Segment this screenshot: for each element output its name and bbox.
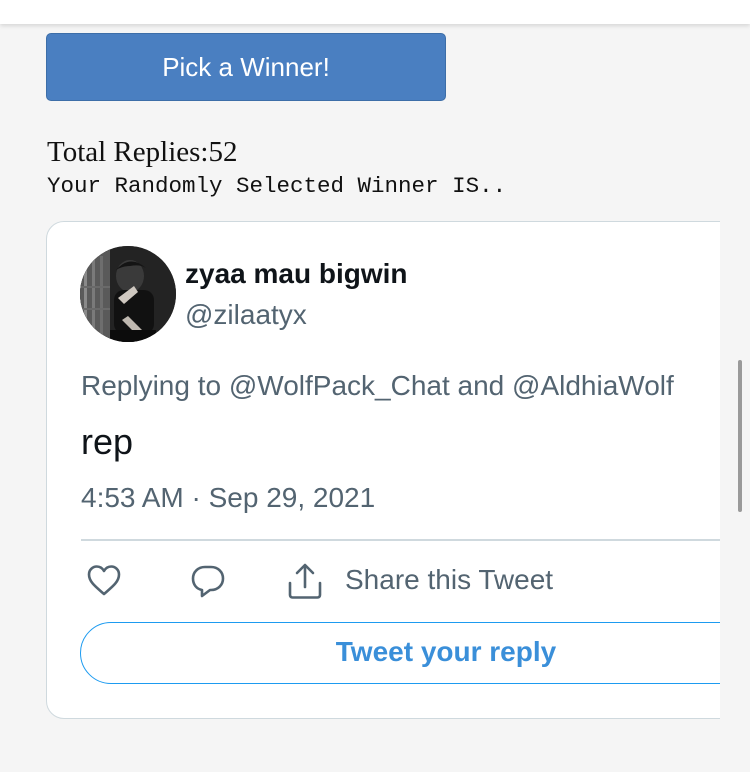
heart-icon	[87, 565, 121, 596]
avatar[interactable]	[80, 246, 176, 342]
tweet-timestamp[interactable]: 4:53 AM · Sep 29, 2021	[81, 482, 375, 514]
like-button[interactable]	[86, 563, 122, 602]
share-upload-icon	[288, 563, 322, 599]
total-replies: Total Replies:52	[47, 136, 237, 169]
scrollbar[interactable]	[738, 360, 742, 512]
pick-winner-button-label: Pick a Winner!	[162, 51, 330, 82]
divider	[81, 539, 720, 541]
reply-icon-button[interactable]	[190, 563, 226, 604]
winner-announcement: Your Randomly Selected Winner IS..	[47, 173, 507, 199]
tweet-text: rep	[81, 421, 134, 462]
replying-to-text: Replying to @WolfPack_Chat and @AldhiaWo…	[81, 370, 674, 401]
share-tweet-label[interactable]: Share this Tweet	[345, 564, 553, 596]
pick-winner-button[interactable]: Pick a Winner!	[46, 33, 446, 101]
top-bar	[0, 0, 750, 24]
share-button[interactable]	[286, 561, 324, 606]
tweet-your-reply-label[interactable]: Tweet your reply	[80, 636, 750, 668]
speech-bubble-icon	[191, 565, 225, 598]
page-edge-clip	[720, 215, 750, 735]
avatar-photo	[80, 246, 176, 342]
display-name[interactable]: zyaa mau bigwin	[185, 258, 408, 290]
user-handle[interactable]: @zilaatyx	[185, 299, 307, 331]
total-replies-label: Total Replies:	[47, 136, 209, 168]
total-replies-count: 52	[208, 136, 238, 168]
